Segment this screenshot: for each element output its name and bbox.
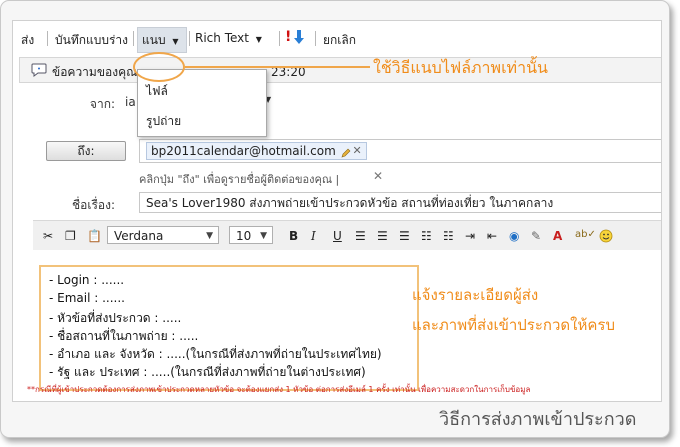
attach-menu-item-photo[interactable]: รูปถ่าย — [146, 112, 181, 131]
indent-icon[interactable]: ⇥ — [465, 229, 475, 243]
insert-link-icon[interactable]: ◉ — [509, 229, 519, 243]
body-line: - หัวข้อที่ส่งประกวด : ..... — [49, 311, 182, 325]
font-size-value: 10 — [236, 229, 252, 243]
instruction-note-line1: แจ้งรายละเอียดผู้ส่ง — [412, 286, 539, 304]
cut-icon[interactable]: ✂ — [43, 229, 53, 243]
rich-text-button[interactable]: Rich Text ▼ — [195, 31, 262, 45]
font-size-select[interactable]: 10 ▼ — [229, 226, 273, 244]
align-right-icon[interactable]: ☰ — [399, 229, 410, 243]
compose-toolbar: ส่ง บันทึกแบบร่าง แนบ ▼ Rich Text ▼ ! ยก… — [13, 21, 661, 55]
draft-info-bar: ข้อความของคุณ อ 23:20 — [19, 57, 661, 83]
close-icon[interactable]: ✕ — [373, 169, 383, 183]
toolbar-separator — [189, 31, 190, 46]
draft-info-text: ข้อความของคุณ — [52, 65, 138, 79]
footnote: **กรณีที่ผู้เข้าประกวดต้องการส่งภาพเข้าป… — [27, 385, 531, 394]
chevron-down-icon: ▼ — [206, 231, 213, 241]
attach-label: แนบ — [142, 33, 166, 47]
attach-button[interactable]: แนบ ▼ — [142, 31, 179, 50]
recipient-chip[interactable]: bp2011calendar@hotmail.com ✕ — [146, 142, 367, 160]
callout-text: ใช้วิธีแนบไฟล์ภาพเท่านั้น — [373, 58, 548, 77]
to-field[interactable]: bp2011calendar@hotmail.com ✕ — [139, 139, 661, 163]
copy-icon[interactable]: ❐ — [65, 229, 76, 243]
instruction-note-line2: และภาพที่ส่งเข้าประกวดให้ครบ — [412, 316, 615, 334]
sender-details-box: - Login : ...... - Email : ...... - หัวข… — [39, 265, 419, 391]
underline-button[interactable]: U — [333, 229, 342, 243]
chevron-down-icon: ▼ — [172, 37, 179, 46]
speech-bubble-icon — [31, 63, 47, 80]
font-family-select[interactable]: Verdana ▼ — [107, 226, 219, 244]
from-label: จาก: — [89, 97, 115, 111]
callout-oval — [133, 52, 185, 82]
compose-window: ส่ง บันทึกแบบร่าง แนบ ▼ Rich Text ▼ ! ยก… — [12, 20, 662, 402]
body-line: - รัฐ และ ประเทศ : .....(ในกรณีที่ส่งภาพ… — [49, 365, 366, 379]
send-button[interactable]: ส่ง — [21, 31, 34, 50]
body-line: - Email : ...... — [49, 291, 125, 305]
body-line: - ชื่อสถานที่ในภาพถ่าย : ..... — [49, 329, 199, 343]
toolbar-separator — [315, 31, 316, 46]
format-toolbar: ✂ ❐ 📋 Verdana ▼ 10 ▼ B I U ☰ ☰ ☰ ☷ ☷ ⇥ ⇤… — [33, 220, 661, 252]
emoticon-icon[interactable] — [599, 229, 613, 246]
toolbar-separator — [279, 31, 280, 46]
high-priority-icon[interactable]: ! — [285, 29, 291, 45]
align-center-icon[interactable]: ☰ — [377, 229, 388, 243]
toolbar-separator — [47, 31, 48, 46]
attach-menu-item-file[interactable]: ไฟล์ — [146, 82, 168, 101]
low-priority-icon[interactable] — [293, 29, 305, 48]
align-left-icon[interactable]: ☰ — [355, 229, 366, 243]
paste-icon[interactable]: 📋 — [87, 229, 102, 243]
numbered-list-icon[interactable]: ☷ — [443, 229, 454, 243]
outdent-icon[interactable]: ⇤ — [487, 229, 497, 243]
callout-connector — [185, 66, 370, 68]
highlight-icon[interactable]: ✎ — [531, 229, 541, 243]
chevron-down-icon: ▼ — [260, 231, 267, 241]
font-family-value: Verdana — [114, 229, 164, 243]
from-value[interactable]: ia — [125, 95, 136, 109]
subject-label: ชื่อเรื่อง: — [71, 198, 115, 212]
rich-text-label: Rich Text — [195, 31, 249, 45]
spellcheck-icon[interactable]: ab✓ — [575, 229, 596, 240]
cancel-button[interactable]: ยกเลิก — [323, 31, 356, 50]
to-button[interactable]: ถึง: — [46, 141, 126, 161]
bold-button[interactable]: B — [289, 229, 298, 243]
close-icon[interactable]: ✕ — [353, 143, 362, 159]
bulleted-list-icon[interactable]: ☷ — [421, 229, 432, 243]
italic-button[interactable]: I — [311, 229, 316, 243]
contacts-hint: คลิกปุ่ม "ถึง" เพื่อดูรายชื่อผู้ติดต่อขอ… — [139, 173, 340, 186]
body-line: - อำเภอ และ จังหวัด : .....(ในกรณีที่ส่ง… — [49, 347, 382, 361]
save-draft-button[interactable]: บันทึกแบบร่าง — [55, 31, 128, 50]
recipient-email: bp2011calendar@hotmail.com — [151, 144, 336, 158]
chevron-down-icon: ▼ — [255, 35, 262, 44]
pencil-icon[interactable] — [341, 146, 351, 162]
font-color-icon[interactable]: A — [553, 229, 562, 243]
figure-caption: วิธีการส่งภาพเข้าประกวด — [439, 409, 637, 430]
body-line: - Login : ...... — [49, 273, 125, 287]
subject-input[interactable]: Sea's Lover1980 ส่งภาพถ่ายเข้าประกวดหัวข… — [139, 192, 661, 213]
toolbar-separator — [133, 31, 134, 46]
